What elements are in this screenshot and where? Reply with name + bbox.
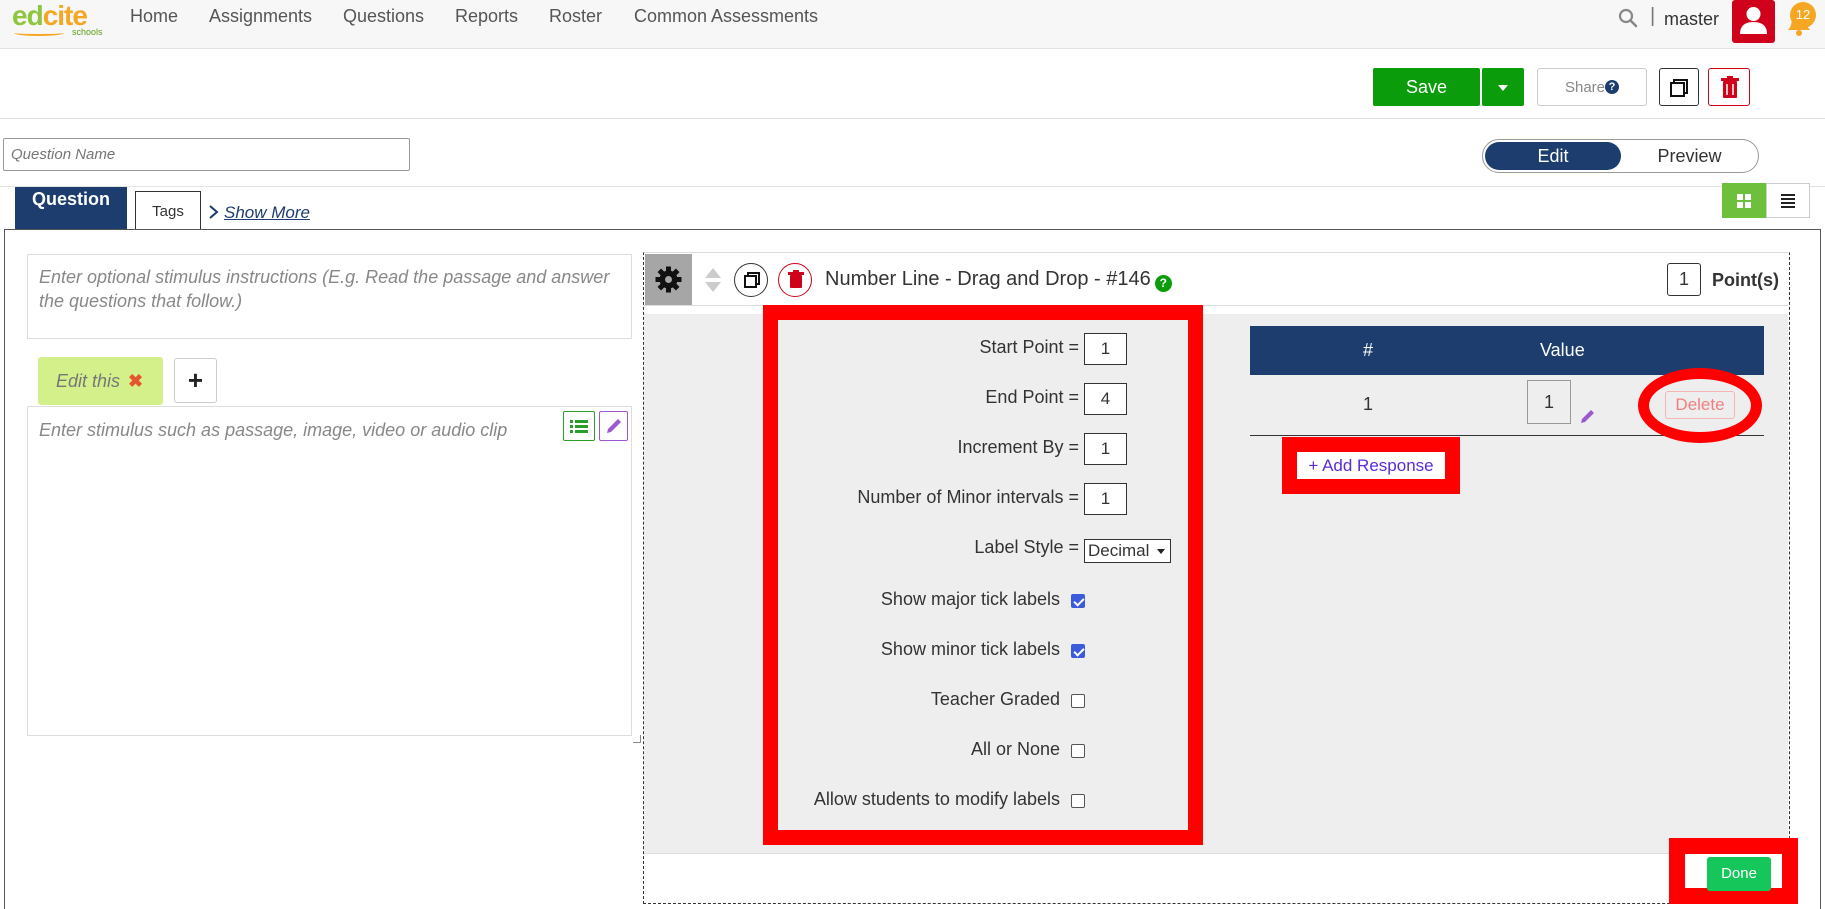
teacher-graded-checkbox[interactable] (1071, 694, 1085, 708)
pencil-icon[interactable] (1580, 408, 1596, 424)
stimulus-list-button[interactable] (563, 411, 595, 441)
minor-intervals-label: Number of Minor intervals = (857, 487, 1079, 507)
grid-icon (1737, 194, 1751, 208)
user-icon (1740, 7, 1767, 34)
avatar[interactable] (1732, 0, 1775, 43)
increment-input[interactable]: 1 (1084, 433, 1127, 465)
trash-icon (788, 270, 804, 288)
username[interactable]: master (1664, 9, 1719, 30)
save-dropdown-button[interactable] (1482, 68, 1524, 106)
tab-question-label: Question (31, 189, 110, 209)
points-input[interactable]: 1 (1667, 263, 1701, 296)
nav-common-assessments[interactable]: Common Assessments (634, 6, 818, 27)
mode-toggle[interactable]: Edit Preview (1482, 139, 1759, 173)
settings-highlight-box (763, 305, 1203, 845)
add-stimulus-tab-button[interactable]: + (174, 358, 217, 403)
nav-questions[interactable]: Questions (343, 6, 424, 27)
save-button[interactable]: Save (1373, 68, 1480, 106)
stimulus-editor[interactable]: Enter stimulus such as passage, image, v… (27, 406, 632, 736)
nav-reports[interactable]: Reports (455, 6, 518, 27)
column-index-header: # (1363, 340, 1374, 360)
copy-icon (1670, 79, 1688, 97)
done-button[interactable]: Done (1707, 857, 1771, 891)
list-icon (570, 420, 588, 433)
stimulus-tab[interactable]: Edit this ✖ (38, 357, 163, 405)
all-or-none-checkbox[interactable] (1071, 744, 1085, 758)
teacher-graded-label: Teacher Graded (930, 689, 1060, 709)
increment-label: Increment By = (957, 437, 1079, 457)
question-panel-header (644, 253, 1788, 306)
logo-tagline: schools (72, 27, 103, 37)
label-style-label: Label Style = (974, 537, 1079, 557)
start-point-input[interactable]: 1 (1084, 333, 1127, 365)
tab-question[interactable]: Question (15, 187, 127, 229)
logo-swoosh (14, 30, 64, 36)
close-icon[interactable]: ✖ (128, 371, 143, 391)
question-type-title: Number Line - Drag and Drop - #146? (825, 268, 1172, 292)
resize-handle[interactable] (633, 735, 641, 743)
delete-part-button[interactable] (778, 263, 812, 297)
help-icon[interactable]: ? (1154, 275, 1172, 292)
response-value-input[interactable]: 1 (1527, 380, 1571, 424)
delete-highlight-ring (1638, 368, 1762, 443)
column-value-header: Value (1540, 340, 1585, 360)
response-index: 1 (1363, 394, 1374, 414)
tab-tags[interactable]: Tags (135, 191, 201, 229)
notification-badge: 12 (1790, 2, 1816, 28)
share-help-icon: ? (1605, 80, 1620, 94)
show-major-checkbox[interactable] (1071, 594, 1085, 608)
copy-icon (744, 272, 760, 288)
allow-modify-label: Allow students to modify labels (813, 789, 1060, 809)
duplicate-part-button[interactable] (734, 263, 768, 297)
end-point-input[interactable]: 4 (1084, 383, 1127, 415)
label-style-select[interactable]: Decimal (1084, 539, 1171, 563)
points-label: Point(s) (1712, 270, 1779, 290)
edcite-logo[interactable]: edcite schools (12, 0, 107, 40)
show-major-label: Show major tick labels (880, 589, 1060, 609)
top-nav: edcite schools Home Assignments Question… (0, 0, 1825, 49)
trash-icon (1721, 76, 1739, 98)
preview-mode-button[interactable]: Preview (1621, 142, 1758, 170)
duplicate-button[interactable] (1659, 68, 1699, 106)
panel-footer-divider (644, 853, 1788, 854)
reorder-icon[interactable] (703, 266, 723, 294)
question-title-text: Number Line - Drag and Drop - #146 (825, 268, 1151, 290)
edit-mode-button[interactable]: Edit (1485, 142, 1621, 170)
gear-icon (655, 266, 682, 293)
settings-button[interactable] (645, 254, 692, 305)
stimulus-edit-button[interactable] (599, 411, 628, 441)
stimulus-instructions-input[interactable]: Enter optional stimulus instructions (E.… (27, 254, 632, 339)
all-or-none-label: All or None (970, 739, 1060, 759)
add-response-button[interactable]: + Add Response (1297, 452, 1445, 479)
end-point-label: End Point = (985, 387, 1079, 407)
nav-home[interactable]: Home (130, 6, 178, 27)
delete-question-button[interactable] (1708, 68, 1750, 106)
minor-intervals-input[interactable]: 1 (1084, 483, 1127, 515)
share-button[interactable]: Share? (1537, 68, 1647, 106)
show-minor-label: Show minor tick labels (880, 639, 1060, 659)
grid-view-button[interactable] (1722, 183, 1766, 218)
header-divider (0, 186, 1825, 187)
allow-modify-checkbox[interactable] (1071, 794, 1085, 808)
search-icon[interactable] (1618, 8, 1638, 28)
list-view-button[interactable] (1766, 183, 1810, 218)
list-icon (1781, 194, 1795, 208)
nav-roster[interactable]: Roster (549, 6, 602, 27)
start-point-label: Start Point = (979, 337, 1079, 357)
responses-table-header: # Value (1250, 326, 1764, 375)
share-label: Share (1564, 79, 1606, 96)
nav-assignments[interactable]: Assignments (209, 6, 312, 27)
toolbar-divider (0, 118, 1825, 119)
show-minor-checkbox[interactable] (1071, 644, 1085, 658)
stimulus-tab-label: Edit this (56, 371, 121, 391)
show-more-link[interactable]: Show More (224, 203, 310, 223)
pencil-icon (607, 419, 621, 433)
question-name-input[interactable] (3, 138, 410, 171)
chevron-right-icon[interactable] (208, 205, 220, 219)
nav-separator: | (1650, 5, 1656, 27)
